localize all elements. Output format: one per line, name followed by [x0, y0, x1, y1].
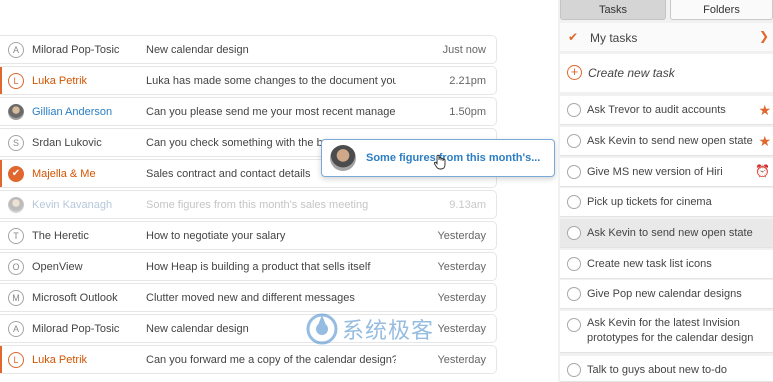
mail-subject: Can you forward me a copy of the calenda…: [146, 354, 396, 366]
avatar: [8, 104, 24, 120]
task-list-title: My tasks: [590, 31, 638, 45]
mail-row[interactable]: T The Heretic How to negotiate your salary…: [0, 221, 497, 250]
task-list-header[interactable]: ✔ My tasks ❯: [560, 23, 773, 51]
flag-marker: [0, 160, 2, 187]
sender-initial-icon: T: [8, 228, 24, 244]
mail-subject: How to negotiate your salary: [146, 230, 286, 242]
mail-row[interactable]: M Microsoft Outlook Clutter moved new and …: [0, 283, 497, 312]
task-item[interactable]: Pick up tickets for cinema: [560, 188, 773, 217]
mail-time: 2.21pm: [449, 75, 486, 87]
tab-tasks[interactable]: Tasks: [560, 0, 666, 20]
star-icon[interactable]: ★: [758, 102, 771, 119]
mail-time: Yesterday: [437, 292, 486, 304]
mail-sender: Kevin Kavanagh: [32, 199, 113, 211]
sender-initial-icon: O: [8, 259, 24, 275]
mail-row[interactable]: Gillian Anderson Can you please send me y…: [0, 97, 497, 126]
task-label: Ask Kevin to send new open state: [587, 227, 753, 239]
task-checkbox[interactable]: [567, 257, 581, 271]
sender-initial-icon: M: [8, 290, 24, 306]
task-label: Talk to guys about new to-do: [587, 364, 728, 376]
task-label: Give MS new version of Hiri: [587, 166, 723, 178]
mail-sender: Microsoft Outlook: [32, 292, 118, 304]
checkmark-icon: ✔: [568, 30, 579, 44]
task-item[interactable]: Create new task list icons: [560, 250, 773, 279]
sender-initial-icon: L: [8, 352, 24, 368]
tasks-panel: Tasks Folders ✔ My tasks ❯ + Create new …: [558, 0, 773, 382]
mail-subject: Some figures from this month's sales mee…: [146, 199, 369, 211]
create-task-button[interactable]: + Create new task: [560, 54, 773, 92]
sender-initial-icon: A: [8, 42, 24, 58]
watermark: 系统极客: [306, 312, 434, 346]
dragged-mail-subject: Some figures from this month's...: [366, 152, 541, 164]
mail-sender: Luka Petrik: [32, 75, 88, 87]
mail-row[interactable]: L Luka Petrik Can you forward me a copy of…: [0, 345, 497, 374]
mail-subject: Clutter moved new and different messages: [146, 292, 355, 304]
flag-marker: [0, 67, 2, 94]
mail-sender: The Heretic: [32, 230, 89, 242]
task-label: Ask Kevin for the latest Invision protot…: [587, 317, 754, 344]
task-item[interactable]: Give Pop new calendar designs: [560, 280, 773, 309]
chevron-down-icon[interactable]: ❯: [759, 29, 769, 43]
task-item[interactable]: Talk to guys about new to-do: [560, 356, 773, 382]
mail-time: Just now: [442, 44, 486, 56]
task-item[interactable]: Give MS new version of Hiri ⏰: [560, 158, 773, 187]
mail-time: Yesterday: [437, 323, 486, 335]
task-checkbox[interactable]: [567, 103, 581, 117]
flag-marker: [0, 346, 2, 373]
task-label: Give Pop new calendar designs: [587, 288, 742, 300]
hand-cursor-icon: [433, 154, 446, 170]
task-item[interactable]: Ask Kevin to send new open state ★: [560, 127, 773, 156]
task-item[interactable]: Ask Kevin for the latest Invision protot…: [560, 311, 773, 353]
task-checkbox[interactable]: [567, 134, 581, 148]
task-checkbox[interactable]: [567, 195, 581, 209]
sender-initial-icon: ✔: [8, 166, 24, 182]
task-checkbox[interactable]: [567, 165, 581, 179]
task-checkbox[interactable]: [567, 287, 581, 301]
mail-row[interactable]: A Milorad Pop-Tosic New calendar design Jus…: [0, 35, 497, 64]
mail-sender: Milorad Pop-Tosic: [32, 323, 120, 335]
mail-time: 1.50pm: [449, 106, 486, 118]
mail-sender: OpenView: [32, 261, 83, 273]
task-label: Ask Trevor to audit accounts: [587, 104, 726, 116]
sender-initial-icon: L: [8, 73, 24, 89]
task-item[interactable]: Ask Trevor to audit accounts ★: [560, 96, 773, 125]
mail-time: Yesterday: [437, 354, 486, 366]
task-checkbox[interactable]: [567, 318, 581, 332]
alarm-clock-icon[interactable]: ⏰: [755, 164, 770, 178]
mail-time: Yesterday: [437, 261, 486, 273]
mail-subject: Luka has made some changes to the docume…: [146, 75, 396, 87]
mail-sender: Srdan Lukovic: [32, 137, 102, 149]
tab-folders[interactable]: Folders: [670, 0, 773, 20]
task-checkbox[interactable]: [567, 363, 581, 377]
mail-sender: Luka Petrik: [32, 354, 88, 366]
task-checkbox[interactable]: [567, 226, 581, 240]
watermark-text: 系统极客: [342, 319, 435, 344]
mail-subject: Can you please send me your most recent …: [146, 106, 396, 118]
sender-initial-icon: S: [8, 135, 24, 151]
sender-initial-icon: A: [8, 321, 24, 337]
avatar: [8, 197, 24, 213]
task-label: Pick up tickets for cinema: [587, 196, 712, 208]
create-task-label: Create new task: [588, 66, 675, 80]
avatar: [330, 145, 356, 171]
mail-subject: New calendar design: [146, 44, 249, 56]
task-item[interactable]: Ask Kevin to send new open state: [560, 219, 773, 248]
mail-sender: Gillian Anderson: [32, 106, 113, 118]
star-icon[interactable]: ★: [758, 133, 771, 150]
mail-sender: Milorad Pop-Tosic: [32, 44, 120, 56]
mail-time: Yesterday: [437, 230, 486, 242]
mail-sender: Majella & Me: [32, 168, 96, 180]
mail-row[interactable]: L Luka Petrik Luka has made some changes t…: [0, 66, 497, 95]
mail-row[interactable]: Kevin Kavanagh Some figures from this mon…: [0, 190, 497, 219]
mail-time: 9.13am: [449, 199, 486, 211]
watermark-logo-icon: [306, 313, 338, 345]
mail-subject: How Heap is building a product that sell…: [146, 261, 371, 273]
plus-icon: +: [567, 65, 582, 80]
mail-row[interactable]: O OpenView How Heap is building a product …: [0, 252, 497, 281]
task-label: Create new task list icons: [587, 258, 712, 270]
task-label: Ask Kevin to send new open state: [587, 135, 753, 147]
